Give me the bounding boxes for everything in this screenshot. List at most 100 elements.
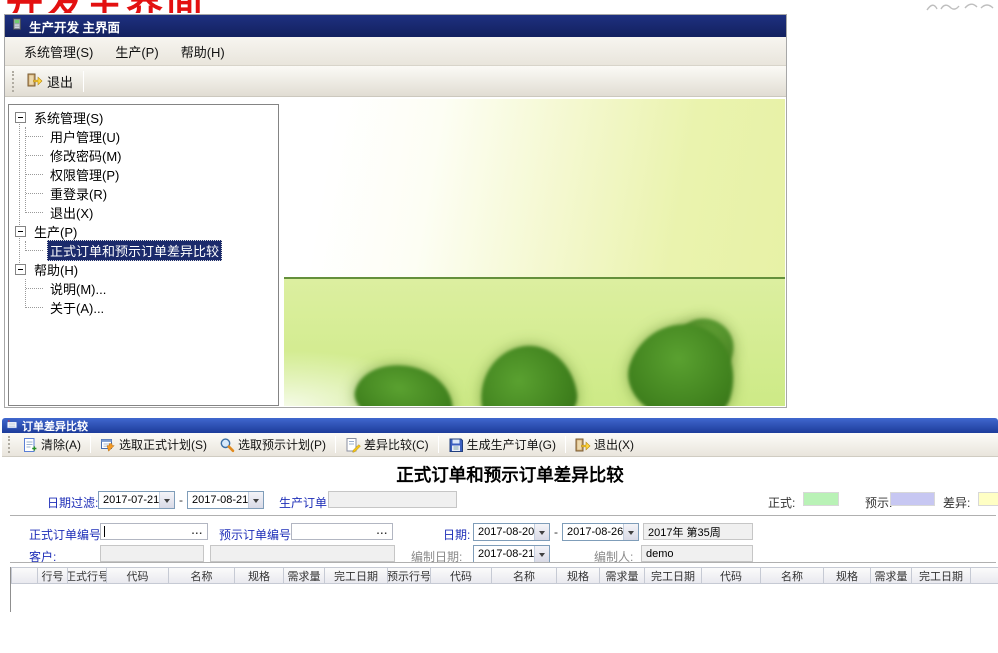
generate-order-icon [448,437,464,453]
tree-children: 说明(M)...关于(A)... [25,279,278,317]
exit-button[interactable]: 退出 [20,70,80,93]
column-header[interactable]: 规格 [823,567,871,584]
tree-item-label: 重登录(R) [47,183,110,204]
forecast-order-input[interactable]: ... [291,523,393,540]
tree-item-label-selected: 正式订单和预示订单差异比较 [47,240,222,261]
menu-item[interactable]: 系统管理(S) [13,38,104,65]
column-header[interactable]: 规格 [556,567,600,584]
toolbar-button-label: 选取预示计划(P) [238,436,326,453]
toolbar-button-clear[interactable]: 清除(A) [16,435,87,454]
toolbar-button-label: 选取正式计划(S) [119,436,207,453]
column-header[interactable]: 正式行号 [67,567,107,584]
page-partial-heading: 开发主界面 [6,0,286,13]
form-date-from-combo[interactable]: 2017-08-20 [473,523,550,541]
column-header[interactable]: 名称 [491,567,557,584]
compare-toolbar: 清除(A) 选取正式计划(S) 选取预示计划(P) 差异比较(C) 生成生产订单(G) 退… [2,433,998,457]
tree-child-item[interactable]: 说明(M)... [25,279,278,298]
column-header[interactable]: 代码 [430,567,492,584]
date-range-dash: - [179,493,183,507]
toolbar-button-compare[interactable]: 差异比较(C) [339,435,435,454]
grid-body[interactable] [11,584,998,612]
tree-root-item[interactable]: 系统管理(S) [15,108,278,127]
column-header[interactable]: 行号 [37,567,68,584]
compare-window-title: 订单差异比较 [22,418,88,434]
menu-item[interactable]: 生产(P) [104,38,169,65]
select-forecast-plan-icon [219,437,235,453]
tree-collapse-icon[interactable] [15,112,26,123]
main-toolbar: 退出 [5,66,786,97]
tree-child-item[interactable]: 正式订单和预示订单差异比较 [25,241,278,260]
toolbar-separator [83,71,84,92]
column-header[interactable]: 代码 [701,567,761,584]
legend-official-label: 正式: [768,494,795,511]
column-header[interactable]: 完工日期 [644,567,702,584]
select-official-plan-icon [100,437,116,453]
grid-header-row: 行号正式行号代码名称规格需求量完工日期预示行号代码名称规格需求量完工日期代码名称… [11,567,998,584]
app-icon [10,17,24,36]
filter-date-from-combo[interactable]: 2017-07-21 [98,491,175,509]
tree-root-item[interactable]: 生产(P) [15,222,278,241]
tree-child-item[interactable]: 关于(A)... [25,298,278,317]
tree-child-item[interactable]: 用户管理(U) [25,127,278,146]
toolbar-separator [90,436,91,452]
toolbar-button-select-official-plan[interactable]: 选取正式计划(S) [94,435,213,454]
date-filter-label: 日期过滤: [47,494,98,511]
column-header[interactable]: 完工日期 [911,567,971,584]
compile-date-combo[interactable]: 2017-08-21 [473,545,550,563]
compare-toolbar-buttons: 清除(A) 选取正式计划(S) 选取预示计划(P) 差异比较(C) 生成生产订单(G) 退… [16,433,640,456]
tree-item-label: 说明(M)... [47,278,109,299]
compare-content: 正式订单和预示订单差异比较 日期过滤: 2017-07-21 - 2017-08… [2,457,998,612]
toolbar-button-select-forecast-plan[interactable]: 选取预示计划(P) [213,435,332,454]
tree-child-item[interactable]: 修改密码(M) [25,146,278,165]
column-header[interactable]: 规格 [234,567,284,584]
tree-child-item[interactable]: 权限管理(P) [25,165,278,184]
tree-item-label: 用户管理(U) [47,126,123,147]
clear-icon [22,437,38,453]
corner-scribble-decoration [925,0,995,12]
toolbar-button-generate-order[interactable]: 生成生产订单(G) [442,435,562,454]
toolbar-separator [565,436,566,452]
tree-root-item[interactable]: 帮助(H) [15,260,278,279]
toolbar-separator [335,436,336,452]
toolbar-button-label: 差异比较(C) [364,436,429,453]
tree-collapse-icon[interactable] [15,226,26,237]
production-order-label: 生产订单: [279,494,330,511]
column-header[interactable]: 需求量 [870,567,912,584]
browse-ellipsis-button[interactable]: ... [373,526,392,537]
column-header[interactable]: 完工日期 [324,567,388,584]
column-header[interactable] [970,567,998,584]
form-date-to-combo[interactable]: 2017-08-26 [562,523,639,541]
tree-child-item[interactable]: 退出(X) [25,203,278,222]
navigation-tree: 系统管理(S)用户管理(U)修改密码(M)权限管理(P)重登录(R)退出(X)生… [9,105,278,317]
browse-ellipsis-button[interactable]: ... [188,526,207,537]
row-selector-header[interactable] [11,567,38,584]
menu-item[interactable]: 帮助(H) [170,38,236,65]
toolbar-grip[interactable] [8,436,12,452]
legend-forecast-label: 预示: [865,494,892,511]
column-header[interactable]: 预示行号 [387,567,431,584]
column-header[interactable]: 需求量 [599,567,645,584]
column-header[interactable]: 名称 [168,567,235,584]
column-header[interactable]: 需求量 [283,567,325,584]
chevron-down-icon [623,524,638,540]
leaf-background-image [284,99,785,406]
chevron-down-icon [248,492,263,508]
legend-forecast-swatch [890,492,935,506]
legend-diff-swatch [978,492,998,506]
toolbar-grip[interactable] [12,71,16,92]
toolbar-button-label: 清除(A) [41,436,81,453]
column-header[interactable]: 名称 [760,567,824,584]
exit-icon [27,72,43,91]
filter-date-to-combo[interactable]: 2017-08-21 [187,491,264,509]
tree-collapse-icon[interactable] [15,264,26,275]
tree-connector-line [19,117,20,269]
tree-item-label: 权限管理(P) [47,164,122,185]
toolbar-button-exit[interactable]: 退出(X) [569,435,640,454]
exit-icon [575,437,591,453]
date-label: 日期: [443,526,470,543]
main-window-title: 生产开发 主界面 [29,17,120,36]
column-header[interactable]: 代码 [106,567,169,584]
date-range-dash: - [554,525,558,539]
official-order-input[interactable]: ... [100,523,208,540]
tree-child-item[interactable]: 重登录(R) [25,184,278,203]
